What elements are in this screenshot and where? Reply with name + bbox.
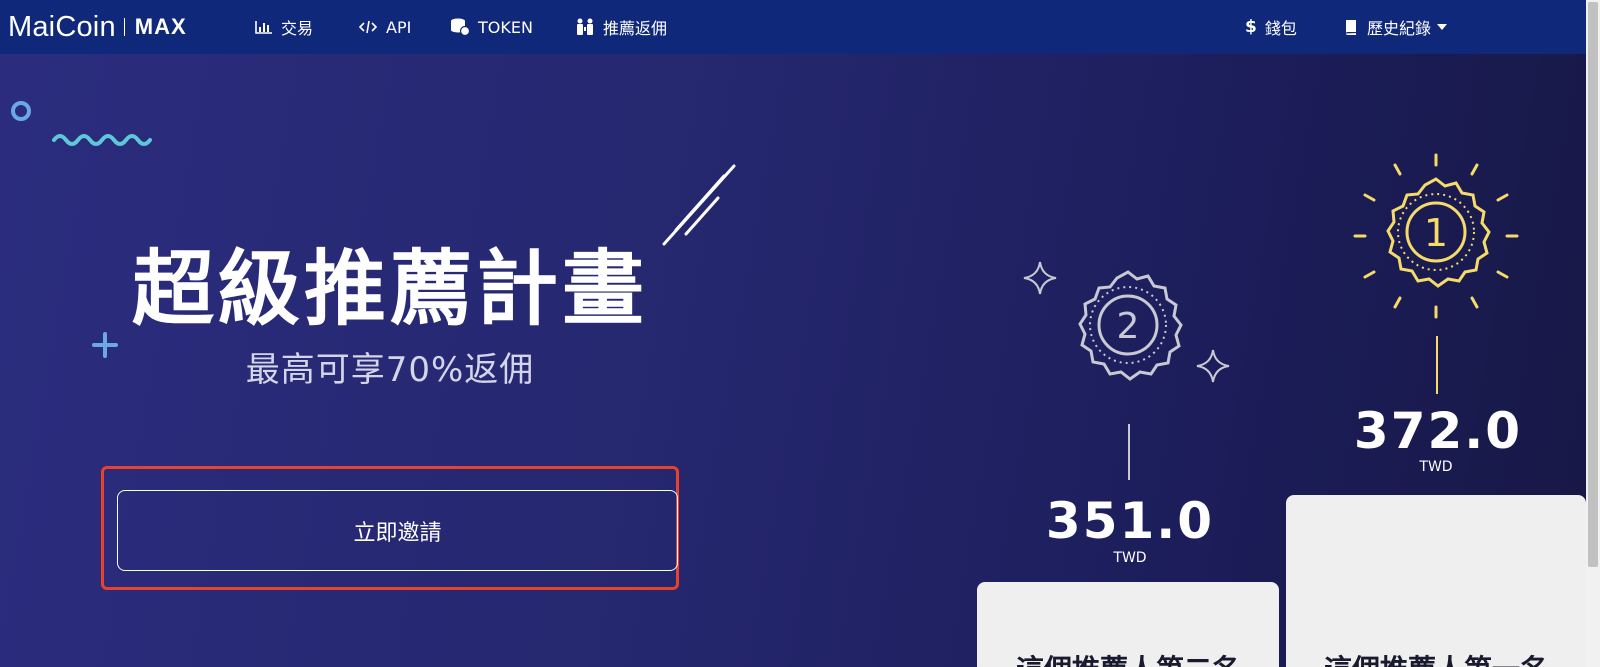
chevron-down-icon — [1437, 24, 1448, 30]
users-icon — [575, 18, 595, 36]
nav-item-wallet[interactable]: $ 錢包 — [1245, 0, 1297, 54]
first-place-card-text: 這個推薦人第一名 — [1286, 648, 1586, 667]
nav-item-api[interactable]: API — [358, 0, 411, 54]
first-place-card: 這個推薦人第一名 — [1286, 495, 1586, 667]
maicoin-max-logo[interactable]: MaiCoin MAX — [8, 9, 187, 45]
nav-item-label: 錢包 — [1264, 19, 1297, 38]
divider-line — [1436, 336, 1438, 394]
nav-item-label: 推薦返佣 — [603, 19, 668, 38]
nav-item-label: 歷史紀錄 — [1367, 19, 1432, 38]
first-rank-number: 1 — [1424, 211, 1448, 255]
code-icon — [358, 20, 378, 34]
sparkle-icon — [1196, 349, 1230, 383]
logo-product-name: MAX — [134, 14, 187, 39]
first-place-medal-icon: 1 — [1353, 153, 1519, 319]
first-place-currency: TWD — [1419, 459, 1453, 475]
page-title: 超級推薦計畫 — [131, 242, 648, 337]
nav-item-trade[interactable]: 交易 — [255, 0, 313, 54]
page-subtitle: 最高可享70%返佣 — [245, 350, 535, 390]
ring-decoration-icon — [11, 101, 31, 121]
second-place-currency: TWD — [1113, 550, 1147, 566]
coins-icon — [450, 18, 470, 36]
sparkle-icon — [1023, 261, 1057, 295]
second-place-medal-icon: 2 — [1078, 270, 1183, 381]
nav-item-label: API — [386, 17, 412, 37]
logo-divider — [123, 18, 125, 36]
nav-item-token[interactable]: TOKEN — [450, 0, 533, 54]
nav-item-history[interactable]: 歷史紀錄 — [1343, 0, 1448, 54]
nav-item-label: TOKEN — [478, 17, 533, 37]
divider-line — [1128, 424, 1130, 480]
second-place-amount: 351.0 — [1045, 492, 1215, 550]
hero-banner: 超級推薦計畫 最高可享70%返佣 立即邀請 2 351.0 TWD 1 372.… — [0, 54, 1586, 667]
first-place-amount: 372.0 — [1353, 402, 1523, 460]
book-icon — [1343, 19, 1359, 35]
top-navbar: MaiCoin MAX 交易 API TOKEN 推薦返佣 $ 錢包 歷史紀錄 — [0, 0, 1586, 54]
second-rank-number: 2 — [1117, 306, 1140, 347]
second-place-card-text: 這個推薦人第二名 — [977, 648, 1279, 667]
bar-chart-icon — [255, 20, 273, 34]
nav-item-referral[interactable]: 推薦返佣 — [575, 0, 667, 54]
wave-decoration-icon — [52, 134, 152, 146]
invite-now-button[interactable]: 立即邀請 — [117, 490, 678, 571]
page-scrollbar[interactable] — [1586, 0, 1600, 667]
nav-item-label: 交易 — [281, 19, 314, 38]
second-place-card: 這個推薦人第二名 — [977, 582, 1279, 667]
logo-brand-name: MaiCoin — [8, 10, 116, 43]
dollar-icon: $ — [1245, 17, 1257, 37]
scrollbar-thumb[interactable] — [1588, 2, 1598, 567]
